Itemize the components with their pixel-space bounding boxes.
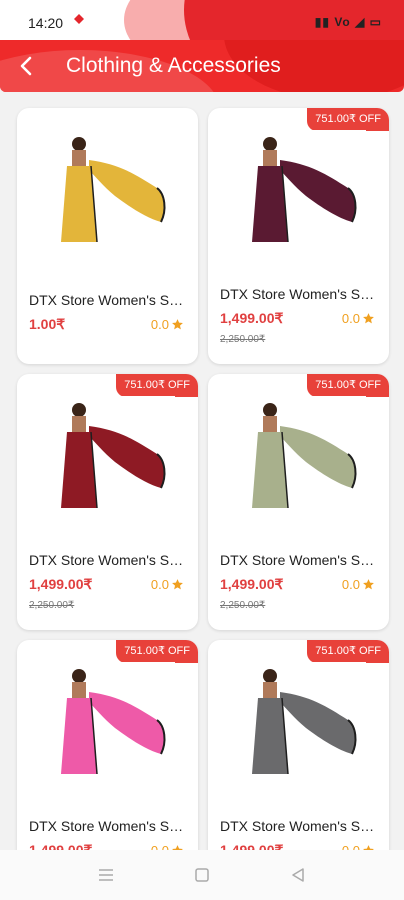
product-title[interactable]: DTX Store Women's Synthetic Saree	[220, 552, 380, 568]
rating-value: 0.0	[150, 317, 169, 332]
rating-value: 0.0	[151, 843, 169, 850]
product-grid[interactable]: DTX Store Women's Synthetic Saree 1.00₹ 0.…	[0, 92, 404, 850]
product-title[interactable]: DTX Store Women's Synthetic Saree	[29, 818, 189, 834]
product-card[interactable]: 751.00₹ OFF DTX Store Women's Synthetic …	[208, 374, 389, 630]
product-price: 1.00₹	[29, 316, 66, 332]
star-icon	[172, 579, 183, 590]
product-rating: 0.0	[151, 577, 184, 592]
product-price: 1,499.00₹	[29, 576, 93, 592]
app-bar: Clothing & Accessories	[0, 40, 404, 92]
product-price: 1,499.00₹	[220, 842, 284, 850]
product-price: 1,499.00₹	[220, 310, 284, 326]
product-title[interactable]: DTX Store Women's Synthetic Saree	[220, 818, 380, 834]
product-price: 1,499.00₹	[29, 842, 93, 850]
product-card[interactable]: 751.00₹ OFF DTX Store Women's Synthetic …	[17, 640, 198, 850]
product-title[interactable]: DTX Store Women's Synthetic Saree	[29, 292, 189, 308]
product-rating: 0.0	[342, 843, 375, 850]
menu-icon[interactable]	[96, 865, 116, 885]
product-title[interactable]: DTX Store Women's Synthetic Saree	[220, 286, 380, 302]
rating-value: 0.0	[341, 311, 360, 326]
discount-badge: 751.00₹ OFF	[116, 640, 198, 663]
status-indicators: ▮▮ Vo ◢ ▭	[314, 15, 382, 29]
rating-value: 0.0	[342, 843, 360, 850]
chevron-left-icon	[20, 56, 32, 76]
original-price: 2,250.00₹	[220, 334, 266, 345]
product-title[interactable]: DTX Store Women's Synthetic Saree	[29, 552, 189, 568]
star-icon	[363, 313, 374, 324]
discount-badge: 751.00₹ OFF	[116, 374, 198, 397]
product-rating: 0.0	[151, 317, 184, 332]
star-icon	[363, 579, 374, 590]
product-rating: 0.0	[151, 843, 184, 850]
product-card[interactable]: 751.00₹ OFF DTX Store Women's Synthetic …	[17, 374, 198, 630]
back-button[interactable]	[12, 52, 40, 80]
product-card[interactable]: DTX Store Women's Synthetic Saree 1.00₹ 0.…	[17, 108, 198, 364]
triangle-back-icon[interactable]	[288, 865, 308, 885]
page-title: Clothing & Accessories	[66, 54, 281, 77]
rating-value: 0.0	[150, 577, 169, 592]
original-price: 2,250.00₹	[220, 600, 266, 611]
square-home-icon[interactable]	[192, 865, 212, 885]
product-card[interactable]: 751.00₹ OFF DTX Store Women's Synthetic …	[208, 108, 389, 364]
product-image[interactable]	[39, 662, 175, 776]
product-rating: 0.0	[342, 311, 375, 326]
rating-value: 0.0	[341, 577, 360, 592]
product-image[interactable]	[230, 396, 366, 510]
notification-icon	[72, 13, 86, 28]
product-price: 1,499.00₹	[220, 576, 284, 592]
status-time: 14:20	[28, 15, 64, 31]
discount-badge: 751.00₹ OFF	[307, 108, 389, 131]
product-card[interactable]: 751.00₹ OFF DTX Store Women's Synthetic …	[208, 640, 389, 850]
product-image[interactable]	[39, 396, 175, 510]
product-image[interactable]	[230, 662, 366, 776]
system-nav-bar	[0, 850, 404, 900]
discount-badge: 751.00₹ OFF	[307, 374, 389, 397]
status-bar: 14:20 ▮▮ Vo ◢ ▭	[0, 0, 404, 42]
original-price: 2,250.00₹	[29, 600, 75, 611]
product-image[interactable]	[39, 130, 175, 244]
product-rating: 0.0	[342, 577, 375, 592]
product-image[interactable]	[230, 130, 366, 244]
discount-badge: 751.00₹ OFF	[307, 640, 389, 663]
star-icon	[172, 319, 183, 330]
